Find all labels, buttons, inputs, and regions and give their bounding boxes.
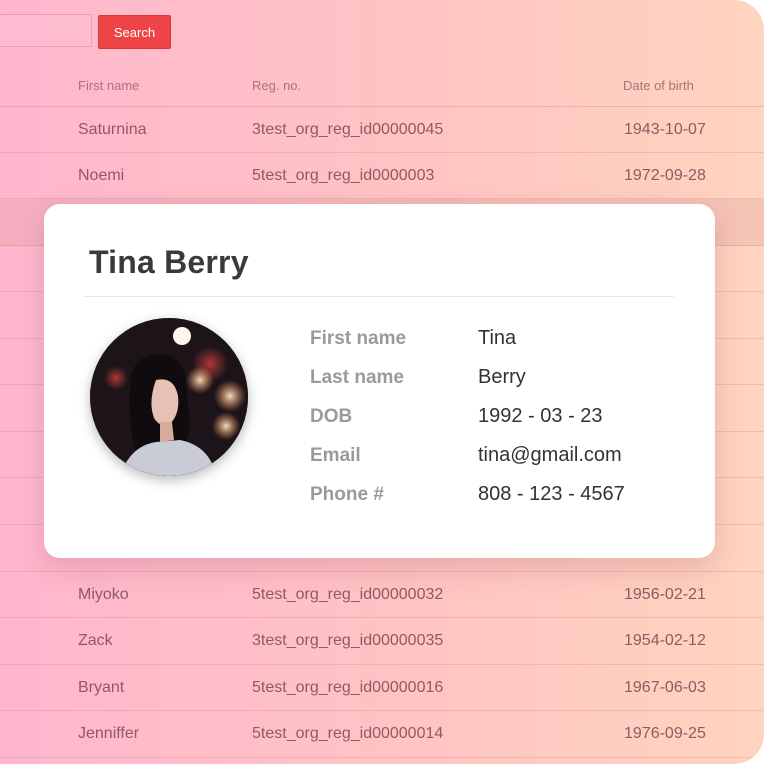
dob-cell: 1976-09-25 (624, 725, 706, 742)
app-frame: Search First name Reg. no. Date of birth… (0, 0, 764, 764)
reg-no-cell: 3test_org_reg_id00000035 (252, 632, 444, 649)
first-name-cell: Saturnina (78, 120, 147, 138)
reg-no-cell: 5test_org_reg_id00000032 (252, 585, 444, 603)
search-input[interactable] (0, 14, 92, 47)
email-value: tina@gmail.com (478, 444, 622, 466)
table-row[interactable]: Saturnina 3test_org_reg_id00000045 1943-… (0, 107, 764, 153)
column-header-reg-no[interactable]: Reg. no. (252, 78, 301, 93)
first-name-cell: Miyoko (78, 585, 129, 603)
search-button[interactable]: Search (98, 15, 171, 49)
first-name-cell: Bryant (78, 678, 125, 696)
dob-cell: 1943-10-07 (624, 120, 706, 138)
column-header-first-name[interactable]: First name (78, 78, 139, 93)
avatar (90, 318, 248, 476)
phone-value: 808 - 123 - 4567 (478, 483, 625, 505)
dob-label: DOB (310, 406, 353, 427)
table-row[interactable]: Noemi 5test_org_reg_id0000003 1972-09-28 (0, 153, 764, 199)
first-name-cell: Noemi (78, 166, 125, 184)
dob-cell: 1956-02-21 (624, 585, 706, 603)
dob-cell: 1972-09-28 (624, 166, 706, 184)
avatar-photo (90, 318, 248, 476)
table-row[interactable]: Zack 3test_org_reg_id00000035 1954-02-12 (0, 618, 764, 665)
first-name-label: First name (310, 328, 407, 349)
dob-cell: 1954-02-12 (624, 632, 706, 649)
last-name-value: Berry (478, 366, 526, 388)
reg-no-cell: 5test_org_reg_id0000003 (252, 166, 435, 184)
phone-label: Phone # (310, 484, 384, 505)
first-name-value: Tina (478, 327, 517, 349)
first-name-cell: Jenniffer (78, 725, 140, 742)
dob-cell: 1967-06-03 (624, 678, 706, 696)
reg-no-cell: 3test_org_reg_id00000045 (252, 120, 444, 138)
last-name-label: Last name (310, 367, 404, 388)
profile-name-title: Tina Berry (89, 244, 249, 280)
first-name-cell: Zack (78, 632, 113, 649)
table-row[interactable]: Bryant 5test_org_reg_id00000016 1967-06-… (0, 665, 764, 711)
profile-card: Tina Berry First name Tina Last name Ber… (44, 204, 715, 558)
table-row[interactable]: Miyoko 5test_org_reg_id00000032 1956-02-… (0, 572, 764, 618)
dob-value: 1992 - 03 - 23 (478, 405, 603, 427)
card-divider (84, 296, 674, 297)
email-label: Email (310, 445, 361, 466)
table-header: First name Reg. no. Date of birth (0, 64, 764, 107)
reg-no-cell: 5test_org_reg_id00000016 (252, 678, 444, 696)
column-header-date-of-birth[interactable]: Date of birth (623, 78, 694, 93)
reg-no-cell: 5test_org_reg_id00000014 (252, 725, 444, 742)
table-row[interactable]: Jenniffer 5test_org_reg_id00000014 1976-… (0, 711, 764, 758)
